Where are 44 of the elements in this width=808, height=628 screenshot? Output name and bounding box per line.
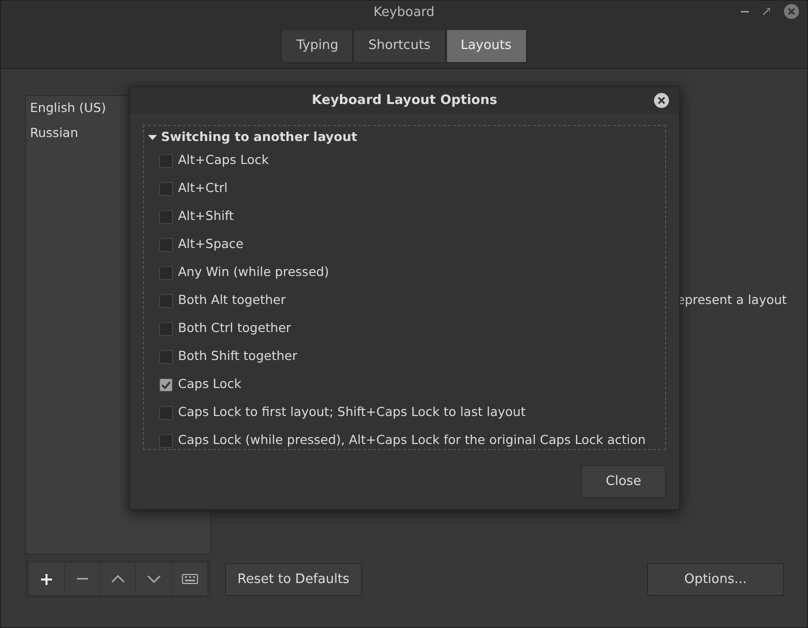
option-label[interactable]: Alt+Caps Lock [178, 151, 269, 170]
chevron-up-icon [110, 575, 125, 583]
move-up-button[interactable] [100, 563, 136, 595]
reset-button[interactable]: Reset to Defaults [225, 563, 362, 596]
option-label[interactable]: Caps Lock (while pressed), Alt+Caps Lock for the original Caps Lock action [178, 431, 646, 449]
maximize-icon[interactable] [763, 8, 770, 15]
checkbox[interactable] [159, 434, 173, 448]
checkbox[interactable] [159, 238, 173, 252]
option-label[interactable]: Both Shift together [178, 347, 298, 366]
window-title: Keyboard [373, 4, 435, 22]
add-button[interactable] [29, 563, 64, 595]
close-button[interactable]: Close [581, 465, 666, 498]
option-label[interactable]: Caps Lock to first layout; Shift+Caps Lock to last layout [178, 403, 526, 422]
option-label[interactable]: Alt+Shift [178, 207, 234, 226]
dialog-title: Keyboard Layout Options [312, 92, 498, 110]
minus-icon [76, 578, 88, 580]
option-label[interactable]: Any Win (while pressed) [178, 263, 329, 282]
checkbox[interactable] [159, 266, 173, 280]
option-label[interactable]: Both Alt together [178, 291, 286, 310]
expanded-arrow-icon[interactable] [148, 132, 157, 142]
checkbox[interactable] [159, 378, 173, 392]
checkbox[interactable] [159, 294, 173, 308]
tab[interactable]: Typing [281, 29, 354, 62]
checkbox[interactable] [159, 406, 173, 420]
option-label[interactable]: Alt+Space [178, 235, 244, 254]
checkbox[interactable] [159, 350, 173, 364]
minimize-icon[interactable] [741, 10, 749, 12]
option-label[interactable]: Alt+Ctrl [178, 179, 228, 198]
option-label[interactable]: Caps Lock [178, 375, 242, 394]
tab[interactable]: Shortcuts [353, 29, 446, 62]
section-header[interactable]: Switching to another layout [161, 128, 358, 147]
checkbox[interactable] [159, 210, 173, 224]
tab[interactable]: Layouts [446, 29, 527, 62]
plus-icon [40, 574, 52, 584]
checkbox[interactable] [159, 322, 173, 336]
close-icon[interactable] [654, 93, 669, 108]
options-button[interactable]: Options... [647, 563, 784, 596]
chevron-down-icon [146, 575, 161, 583]
move-down-button[interactable] [136, 563, 172, 595]
keyboard-button[interactable] [172, 563, 207, 595]
checkbox[interactable] [159, 154, 173, 168]
keyboard-icon [182, 574, 198, 584]
checkbox[interactable] [159, 182, 173, 196]
option-label[interactable]: Both Ctrl together [178, 319, 292, 338]
